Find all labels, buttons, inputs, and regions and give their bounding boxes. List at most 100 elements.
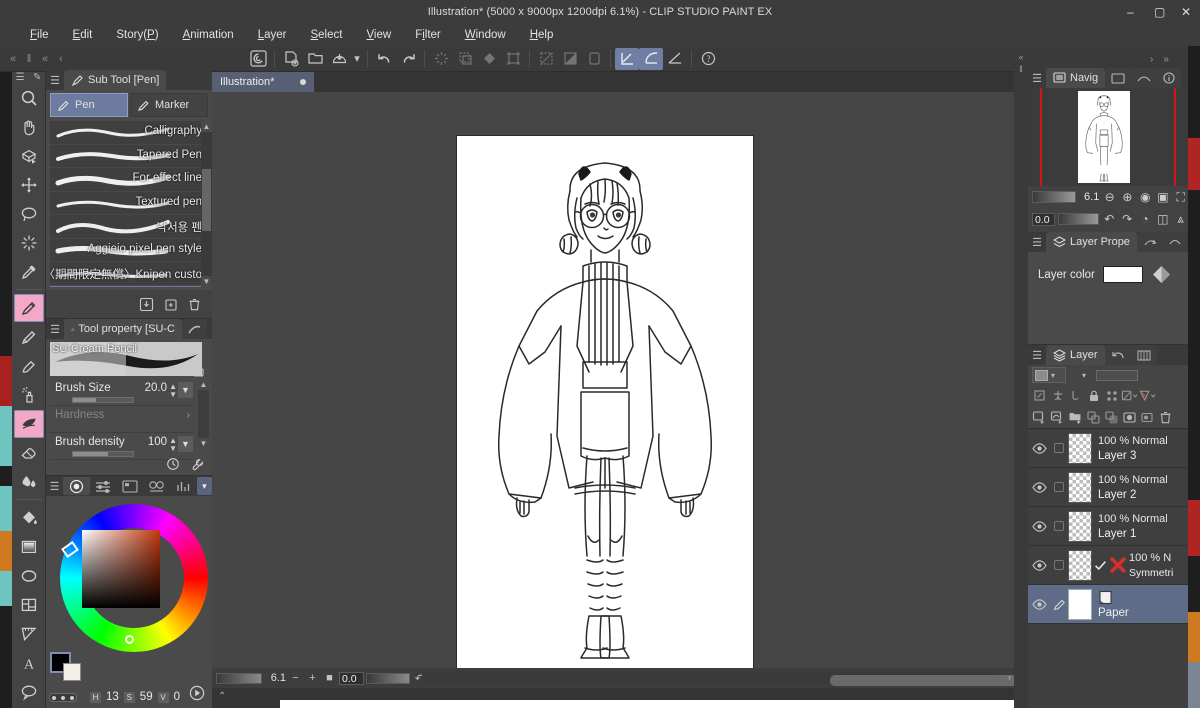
tool-property-scrollbar[interactable]: ▲ ▼ <box>198 379 209 449</box>
open-file-icon[interactable] <box>303 48 327 70</box>
opacity-dropdown-chevron-icon[interactable]: ▾ <box>1082 371 1086 380</box>
layer-thumbnail[interactable] <box>1068 471 1092 503</box>
layer-color-swatch[interactable] <box>1102 266 1143 283</box>
tool-property-preset-icon[interactable]: ▼ <box>178 382 193 398</box>
tool-property-slider[interactable] <box>72 397 134 403</box>
layer-thumbnail[interactable] <box>1068 510 1092 542</box>
sub-tool-group-pen[interactable]: Pen <box>50 93 128 117</box>
cmdbar-grip-icon[interactable]: ‖ <box>22 53 36 65</box>
close-button[interactable]: ✕ <box>1181 5 1194 19</box>
layer-color-icon[interactable] <box>1139 388 1156 405</box>
color-panel-sub-chip[interactable] <box>63 663 81 681</box>
sub-tool-item[interactable]: For effect line <box>50 168 208 192</box>
subview-tab[interactable] <box>1105 68 1132 88</box>
tool-property-slider[interactable] <box>72 451 134 457</box>
invert-selection-icon[interactable] <box>582 48 606 70</box>
save-icon[interactable] <box>327 48 351 70</box>
sub-tool-item[interactable]: SU-Cream Pencil <box>50 285 208 287</box>
clip-to-layer-icon[interactable] <box>1031 388 1048 405</box>
sub-tool-item[interactable]: Tapered Pen <box>50 145 208 168</box>
minimize-button[interactable]: – <box>1127 5 1140 19</box>
zoom-tool[interactable] <box>14 84 44 112</box>
new-raster-layer-icon[interactable] <box>1031 409 1048 426</box>
ruler-snap-icon[interactable] <box>615 47 639 70</box>
fill-tool[interactable] <box>14 504 44 532</box>
cmdbar-prev-icon[interactable]: « <box>38 53 52 65</box>
opacity-slider[interactable] <box>1096 369 1139 381</box>
move-layer-tool[interactable] <box>14 171 44 199</box>
layer-visibility-toggle[interactable] <box>1028 559 1050 571</box>
menu-item-select[interactable]: Select <box>298 24 354 46</box>
sub-tool-group-marker[interactable]: Marker <box>130 93 208 117</box>
menu-item-edit[interactable]: Edit <box>61 24 105 46</box>
layer-row[interactable]: 100 % N Symmetri <box>1028 546 1188 585</box>
flip-vertical-icon[interactable]: ⩓ <box>1173 211 1188 227</box>
color-wheel-tab[interactable] <box>63 477 90 495</box>
canvas-rotation-value[interactable]: 0.0 <box>339 671 364 685</box>
color-set-tab[interactable] <box>117 477 144 495</box>
fit-to-screen-icon[interactable]: ◉ <box>1138 189 1153 205</box>
canvas-horizontal-scrollbar[interactable] <box>422 671 1066 686</box>
select-layer-icon[interactable] <box>1121 388 1138 405</box>
color-panel-chips[interactable] <box>50 652 84 682</box>
layer-thumbnail[interactable] <box>1068 432 1092 464</box>
lock-transparency-icon[interactable] <box>1103 388 1120 405</box>
create-mask-icon[interactable] <box>1121 409 1138 426</box>
history-tab[interactable] <box>1104 345 1131 365</box>
hue-ring-marker[interactable] <box>61 540 79 559</box>
import-setting-icon[interactable] <box>138 296 155 313</box>
animation-cels-tab[interactable] <box>1136 232 1163 252</box>
fit-selection-icon[interactable]: ▣ <box>1156 189 1171 205</box>
tool-property-row[interactable]: Hardness › <box>50 406 193 433</box>
help-icon[interactable]: ? <box>696 48 720 70</box>
navigator-tab[interactable]: Navig <box>1046 68 1106 88</box>
delete-subtool-icon[interactable] <box>186 296 203 313</box>
navigator-menu-icon[interactable]: ☰ <box>1028 68 1046 88</box>
eyedropper-tool[interactable] <box>14 258 44 286</box>
cmdbar-scroll-left-icon[interactable]: ‹ <box>54 53 68 65</box>
maximize-button[interactable]: ▢ <box>1154 5 1167 19</box>
redo-icon[interactable] <box>396 48 420 70</box>
select-all-icon[interactable] <box>534 48 558 70</box>
hsv-value-v[interactable]: 0 <box>174 691 180 703</box>
reset-settings-icon[interactable] <box>164 455 181 472</box>
new-document-icon[interactable] <box>279 48 303 70</box>
document-tab-modified-dot[interactable] <box>300 79 307 85</box>
text-tool[interactable]: A <box>14 649 44 677</box>
sub-tool-item[interactable]: 낙서용 펜 <box>50 215 208 239</box>
sub-tool-menu-icon[interactable]: ☰ <box>46 70 64 90</box>
hsv-value-h[interactable]: 13 <box>106 691 119 703</box>
gradient-tool[interactable] <box>14 533 44 561</box>
information-tab[interactable] <box>1157 68 1182 88</box>
layer-color-toggle-icon[interactable] <box>1151 264 1172 285</box>
tool-property-scroll-down-icon[interactable]: ▼ <box>198 438 209 449</box>
auto-select-tool[interactable] <box>14 229 44 257</box>
flip-horizontal-icon[interactable]: ◫ <box>1155 211 1170 227</box>
layer-thumbnail[interactable] <box>1068 588 1092 620</box>
selection-lasso-tool[interactable] <box>14 200 44 228</box>
fill-selection-icon[interactable] <box>453 48 477 70</box>
frame-border-tool[interactable] <box>14 591 44 619</box>
layer-thumbnail[interactable] <box>1068 549 1092 581</box>
balloon-tool[interactable] <box>14 678 44 706</box>
layer-visibility-toggle[interactable] <box>1028 598 1050 610</box>
layer-visibility-toggle[interactable] <box>1028 481 1050 493</box>
tool-property-tab[interactable]: Tool property [SU-C <box>64 319 182 339</box>
layer-row[interactable]: 100 % Normal Layer 2 <box>1028 468 1188 507</box>
canvas-zoom-slider[interactable] <box>216 672 262 684</box>
saturation-value-cursor[interactable] <box>125 635 134 644</box>
command-bar-nav[interactable]: « ‖ « ‹ <box>0 53 68 65</box>
rotate-cw-icon[interactable]: ↷ <box>1120 211 1135 227</box>
apply-color-icon[interactable] <box>189 685 205 704</box>
layer-panel-menu-icon[interactable]: ☰ <box>1028 345 1046 365</box>
combine-down-icon[interactable] <box>1103 409 1120 426</box>
navigator-zoom-slider[interactable] <box>1032 191 1077 203</box>
clear-icon[interactable] <box>429 48 453 70</box>
curve-snap-icon[interactable] <box>639 47 663 70</box>
canvas-zoom-out-button[interactable]: − <box>288 671 303 686</box>
tool-palette-menu-icon[interactable]: ☰ <box>16 72 25 83</box>
menu-item-layer[interactable]: Layer <box>246 24 299 46</box>
blend-mode-dropdown[interactable]: ▾ <box>1032 367 1066 383</box>
scale-rotate-icon[interactable] <box>501 48 525 70</box>
sub-tool-scroll-down-icon[interactable]: ▼ <box>201 276 212 287</box>
